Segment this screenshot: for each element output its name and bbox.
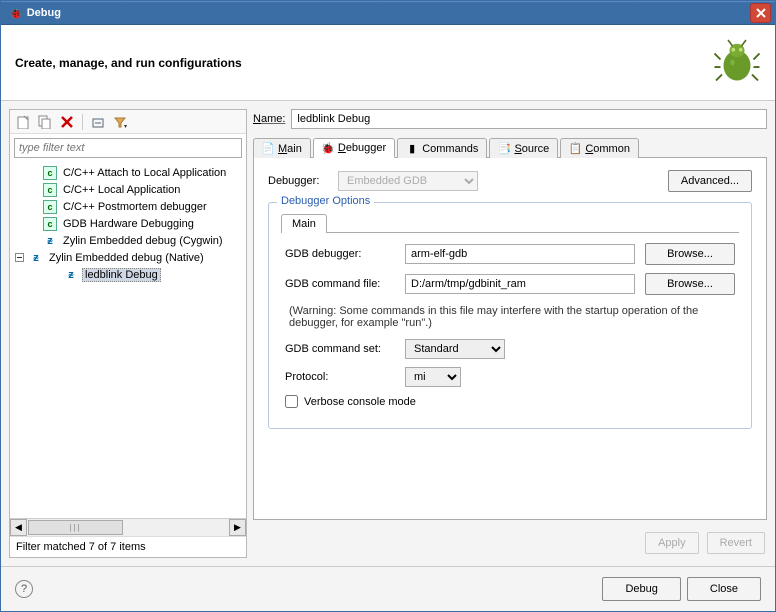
debugger-tab-icon: 🐞 <box>322 142 334 154</box>
gdb-debugger-label: GDB debugger: <box>285 248 395 260</box>
tree-item-c-postmortem[interactable]: cC/C++ Postmortem debugger <box>10 198 246 215</box>
expand-placeholder <box>28 167 39 178</box>
c-app-icon: c <box>43 200 57 214</box>
collapse-icon[interactable] <box>14 252 25 263</box>
tab-main[interactable]: 📄Main <box>253 138 311 158</box>
tab-commands[interactable]: ▮Commands <box>397 138 487 158</box>
revert-button: Revert <box>707 532 765 554</box>
tree-toolbar <box>10 110 246 134</box>
delete-config-button[interactable] <box>58 113 76 131</box>
commands-tab-icon: ▮ <box>406 143 418 155</box>
c-app-icon: c <box>43 217 57 231</box>
tab-bar: 📄Main 🐞Debugger ▮Commands 📑Source 📋Commo… <box>253 137 767 158</box>
main-tab-icon: 📄 <box>262 143 274 155</box>
config-tree[interactable]: cC/C++ Attach to Local Application cC/C+… <box>10 162 246 518</box>
apply-revert-row: Apply Revert <box>253 528 767 558</box>
scroll-thumb[interactable]: ||| <box>28 520 123 535</box>
debugger-label: Debugger: <box>268 175 332 187</box>
cmdset-label: GDB command set: <box>285 343 395 355</box>
tree-item-ledblink[interactable]: ᵶledblink Debug <box>10 266 246 283</box>
horizontal-scrollbar[interactable]: ◀ ||| ▶ <box>10 518 246 536</box>
gdb-debugger-input[interactable] <box>405 244 635 264</box>
filter-status: Filter matched 7 of 7 items <box>10 536 246 557</box>
browse-cmdfile-button[interactable]: Browse... <box>645 273 735 295</box>
sub-tab-bar: Main <box>281 213 739 233</box>
expand-placeholder <box>28 201 39 212</box>
tree-item-gdb-hw[interactable]: cGDB Hardware Debugging <box>10 215 246 232</box>
c-app-icon: c <box>43 183 57 197</box>
verbose-label: Verbose console mode <box>304 396 416 408</box>
tab-debugger[interactable]: 🐞Debugger <box>313 138 395 158</box>
advanced-button[interactable]: Advanced... <box>668 170 752 192</box>
scroll-right-button[interactable]: ▶ <box>229 519 246 536</box>
tree-item-c-attach[interactable]: cC/C++ Attach to Local Application <box>10 164 246 181</box>
collapse-all-button[interactable] <box>89 113 107 131</box>
dialog-footer: ? Debug Close <box>1 566 775 611</box>
new-config-button[interactable] <box>14 113 32 131</box>
scroll-left-button[interactable]: ◀ <box>10 519 27 536</box>
title-bar: 🐞 Debug <box>1 1 775 25</box>
cmdset-select[interactable]: Standard <box>405 339 505 359</box>
debugger-tab-content: Debugger: Embedded GDB Advanced... Debug… <box>253 158 767 520</box>
config-name-input[interactable] <box>291 109 767 129</box>
c-app-icon: c <box>43 166 57 180</box>
window-title: 🐞 Debug <box>5 7 750 20</box>
tree-item-zylin-cygwin[interactable]: ᵶZylin Embedded debug (Cygwin) <box>10 232 246 249</box>
dialog-header: Create, manage, and run configurations <box>1 25 775 101</box>
close-button[interactable]: Close <box>687 577 761 601</box>
verbose-row: Verbose console mode <box>285 395 735 408</box>
tab-common[interactable]: 📋Common <box>560 138 639 158</box>
tree-item-zylin-native[interactable]: ᵶZylin Embedded debug (Native) <box>10 249 246 266</box>
tab-source[interactable]: 📑Source <box>489 138 558 158</box>
filter-dropdown-button[interactable] <box>111 113 129 131</box>
name-label: Name: <box>253 113 285 125</box>
debug-dialog: 🐞 Debug Create, manage, and run configur… <box>0 0 776 612</box>
dialog-header-text: Create, manage, and run configurations <box>15 56 713 70</box>
protocol-select[interactable]: mi <box>405 367 461 387</box>
verbose-checkbox[interactable] <box>285 395 298 408</box>
common-tab-icon: 📋 <box>569 143 581 155</box>
content-area: cC/C++ Attach to Local Application cC/C+… <box>1 101 775 566</box>
debugger-select-row: Debugger: Embedded GDB Advanced... <box>268 170 752 192</box>
gdb-cmdfile-label: GDB command file: <box>285 278 395 290</box>
expand-placeholder <box>28 235 39 246</box>
debugger-options-group: Debugger Options Main GDB debugger: Brow… <box>268 202 752 429</box>
tab-container: 📄Main 🐞Debugger ▮Commands 📑Source 📋Commo… <box>253 137 767 520</box>
config-tree-panel: cC/C++ Attach to Local Application cC/C+… <box>9 109 247 558</box>
bug-glyph-icon: 🐞 <box>9 7 23 20</box>
zylin-icon: ᵶ <box>43 234 57 248</box>
gdb-cmdfile-input[interactable] <box>405 274 635 294</box>
filter-input[interactable] <box>14 138 242 158</box>
apply-button: Apply <box>645 532 699 554</box>
bug-icon <box>713 37 761 88</box>
sub-tab-main[interactable]: Main <box>281 214 327 233</box>
debug-button[interactable]: Debug <box>602 577 680 601</box>
debugger-form: GDB debugger: Browse... GDB command file… <box>281 237 739 414</box>
warning-text: (Warning: Some commands in this file may… <box>285 303 735 331</box>
protocol-label: Protocol: <box>285 371 395 383</box>
tree-item-c-local[interactable]: cC/C++ Local Application <box>10 181 246 198</box>
debugger-select: Embedded GDB <box>338 171 478 191</box>
expand-placeholder <box>28 218 39 229</box>
close-window-button[interactable] <box>750 3 771 23</box>
zylin-icon: ᵶ <box>64 268 78 282</box>
debugger-options-legend: Debugger Options <box>277 195 374 207</box>
toolbar-separator <box>82 114 83 130</box>
duplicate-config-button[interactable] <box>36 113 54 131</box>
expand-placeholder <box>28 184 39 195</box>
help-button[interactable]: ? <box>15 580 33 598</box>
name-row: Name: <box>253 109 767 129</box>
config-detail-panel: Name: 📄Main 🐞Debugger ▮Commands 📑Source … <box>253 109 767 558</box>
zylin-icon: ᵶ <box>29 251 43 265</box>
source-tab-icon: 📑 <box>498 143 510 155</box>
browse-gdb-button[interactable]: Browse... <box>645 243 735 265</box>
